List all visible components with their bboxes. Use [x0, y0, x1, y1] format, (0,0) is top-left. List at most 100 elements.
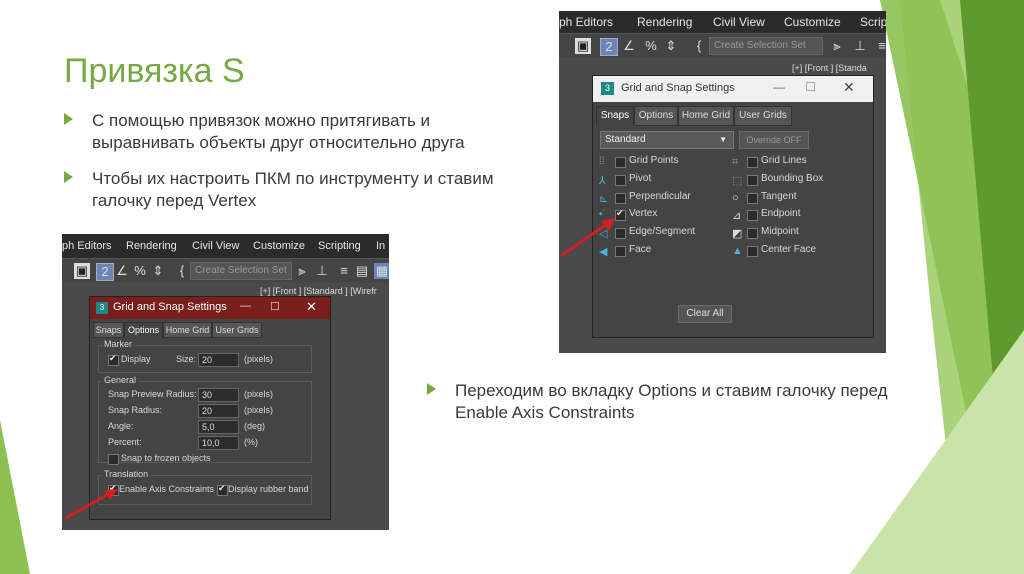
edit-named-sets-icon[interactable]: { [174, 263, 190, 279]
tab-snaps[interactable]: Snaps [93, 322, 124, 338]
bounding-box-icon: ⬚ [732, 175, 743, 187]
grid-points-icon: ⁞⁞ [599, 156, 605, 167]
grid-snap-dialog: 3 Grid and Snap Settings — ☐ ✕ Snaps Opt… [89, 296, 331, 520]
menu-graph-editors[interactable]: ph Editors [559, 11, 613, 33]
minimize-icon[interactable]: — [240, 300, 251, 312]
snap-type-dropdown[interactable]: Standard ▼ [600, 131, 734, 149]
menu-scripting[interactable]: Scripting [318, 234, 361, 258]
pivot-checkbox[interactable] [615, 175, 626, 186]
snap-radius-spinner[interactable]: 20 [198, 404, 239, 418]
percent-snap-icon[interactable]: % [643, 38, 659, 54]
bounding-box-checkbox[interactable] [747, 175, 758, 186]
face-label: Face [629, 244, 652, 255]
midpoint-checkbox[interactable] [747, 228, 758, 239]
dialog-titlebar: 3 Grid and Snap Settings — ☐ ✕ [593, 76, 873, 102]
snap-toggle-icon[interactable]: 2 [96, 263, 114, 281]
tab-user-grids[interactable]: User Grids [734, 106, 792, 126]
grid-lines-checkbox[interactable] [747, 157, 758, 168]
menu-customize[interactable]: Customize [253, 234, 305, 258]
grid-lines-label: Grid Lines [761, 155, 807, 166]
minimize-icon[interactable]: — [773, 80, 785, 94]
rubber-band-label: Display rubber band [228, 484, 309, 494]
snap-preview-radius-label: Snap Preview Radius: [108, 389, 197, 399]
enable-axis-label: Enable Axis Constraints [119, 484, 215, 494]
close-icon[interactable]: ✕ [306, 299, 317, 315]
override-button[interactable]: Override OFF [739, 131, 809, 149]
ribbon-icon[interactable]: ▤ [354, 263, 370, 279]
viewport-label[interactable]: [+] [Front ] [Standa [792, 63, 867, 73]
align-icon[interactable]: ⊥ [314, 263, 330, 279]
selection-set-dropdown[interactable]: Create Selection Set [190, 262, 292, 280]
menu-rendering[interactable]: Rendering [637, 11, 692, 33]
close-icon[interactable]: ✕ [843, 79, 855, 96]
grid-points-label: Grid Points [629, 155, 679, 166]
tab-options[interactable]: Options [634, 106, 678, 126]
snap-frozen-checkbox[interactable] [108, 454, 119, 465]
screenshot-snaps-tab: ph Editors Rendering Civil View Customiz… [559, 11, 886, 353]
menu-rendering[interactable]: Rendering [126, 234, 177, 258]
percent-spinner[interactable]: 10,0 [198, 436, 239, 450]
bullet-3-text: Переходим во вкладку Options и ставим га… [455, 381, 888, 422]
bullet-1-text: С помощью привязок можно притягивать и в… [92, 111, 465, 152]
menu-scripting[interactable]: Scripti [860, 11, 886, 33]
selection-set-dropdown[interactable]: Create Selection Set [709, 37, 823, 55]
mirror-icon[interactable]: ⫸ [294, 263, 310, 279]
layer-icon[interactable]: ≡ [336, 263, 352, 279]
percent-snap-icon[interactable]: % [132, 263, 148, 279]
chevron-down-icon: ▼ [719, 135, 727, 144]
tab-snaps[interactable]: Snaps [596, 106, 634, 126]
size-spinner[interactable]: 20 [198, 353, 239, 367]
menu-civil-view[interactable]: Civil View [713, 11, 765, 33]
tangent-checkbox[interactable] [747, 193, 758, 204]
tab-home-grid[interactable]: Home Grid [678, 106, 734, 126]
midpoint-label: Midpoint [761, 226, 799, 237]
menu-graph-editors[interactable]: ph Editors [62, 234, 112, 258]
viewport-label[interactable]: [+] [Front ] [Standard ] [Wirefr [260, 286, 377, 296]
menu-interactive[interactable]: In [376, 234, 385, 258]
bounding-box-label: Bounding Box [761, 173, 824, 184]
align-icon[interactable]: ⊥ [852, 38, 868, 54]
grid-points-checkbox[interactable] [615, 157, 626, 168]
select-icon[interactable]: ▣ [575, 38, 591, 54]
maximize-icon[interactable]: ☐ [270, 300, 280, 313]
endpoint-checkbox[interactable] [747, 210, 758, 221]
tab-options[interactable]: Options [124, 322, 163, 338]
angle-spinner[interactable]: 5,0 [198, 420, 239, 434]
bullet-2: Чтобы их настроить ПКМ по инструменту и … [64, 168, 552, 212]
bullet-2-text: Чтобы их настроить ПКМ по инструменту и … [92, 169, 494, 210]
edge-label: Edge/Segment [629, 226, 696, 237]
endpoint-label: Endpoint [761, 208, 801, 219]
menu-customize[interactable]: Customize [784, 11, 841, 33]
pivot-icon: ⅄ [599, 175, 606, 187]
size-unit: (pixels) [244, 354, 274, 364]
scene-explorer-icon[interactable]: ▦ [374, 263, 389, 279]
display-checkbox[interactable] [108, 353, 119, 366]
maximize-icon[interactable]: ☐ [805, 80, 816, 94]
center-face-icon: ▲ [732, 245, 743, 257]
clear-all-button[interactable]: Clear All [678, 305, 732, 323]
tab-user-grids[interactable]: User Grids [212, 322, 262, 338]
mirror-icon[interactable]: ⫸ [829, 38, 845, 54]
spinner-snap-icon[interactable]: ⇕ [150, 263, 166, 279]
snap-toggle-icon[interactable]: 2 [600, 38, 618, 56]
marker-group-label: Marker [102, 339, 135, 349]
angle-label: Angle: [108, 421, 134, 431]
app-icon: 3 [96, 302, 108, 314]
edit-named-sets-icon[interactable]: { [691, 38, 707, 54]
angle-snap-icon[interactable]: ∠ [621, 38, 637, 54]
angle-snap-icon[interactable]: ∠ [114, 263, 130, 279]
snap-radius-label: Snap Radius: [108, 405, 163, 415]
snap-preview-radius-spinner[interactable]: 30 [198, 388, 239, 402]
dialog-titlebar: 3 Grid and Snap Settings — ☐ ✕ [90, 297, 330, 319]
rubber-band-checkbox[interactable] [217, 483, 228, 496]
snap-frozen-label: Snap to frozen objects [121, 453, 211, 463]
center-face-checkbox[interactable] [747, 246, 758, 257]
grid-snap-dialog: 3 Grid and Snap Settings — ☐ ✕ Snaps Opt… [592, 75, 874, 338]
select-icon[interactable]: ▣ [74, 263, 90, 279]
spinner-snap-icon[interactable]: ⇕ [663, 38, 679, 54]
tangent-icon: ○ [732, 192, 739, 204]
menu-civil-view[interactable]: Civil View [192, 234, 239, 258]
tab-home-grid[interactable]: Home Grid [163, 322, 212, 338]
percent-label: Percent: [108, 437, 142, 447]
layer-icon[interactable]: ≡ [874, 38, 886, 54]
